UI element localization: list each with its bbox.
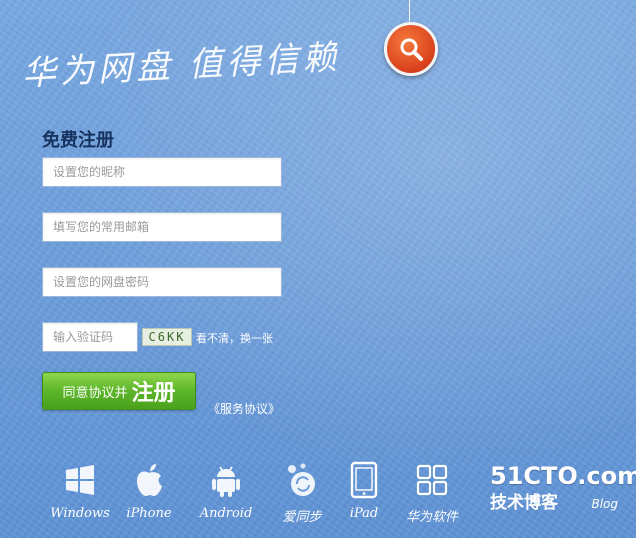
android-icon — [212, 466, 240, 497]
windows-icon — [66, 465, 94, 495]
password-input[interactable] — [42, 267, 282, 297]
watermark-blog: Blog — [591, 497, 618, 511]
search-button[interactable] — [384, 22, 438, 76]
apple-icon — [137, 464, 162, 496]
watermark-site: 51CTO.com — [490, 462, 636, 490]
register-button-prefix: 同意协议并 — [62, 385, 128, 401]
magnifier-icon — [400, 38, 423, 61]
terms-of-service-link[interactable]: 《服务协议》 — [208, 400, 280, 417]
email-input[interactable] — [42, 212, 282, 242]
platform-huawei-software[interactable]: 华为软件 — [396, 460, 468, 525]
register-form-title: 免费注册 — [42, 130, 114, 151]
platform-label: Windows — [50, 506, 110, 521]
hero-slogan: 华为网盘 值得信赖 — [21, 37, 342, 95]
platform-windows[interactable]: Windows — [44, 460, 116, 521]
platform-ipad[interactable]: iPad — [328, 460, 400, 521]
captcha-refresh-link[interactable]: 看不清，换一张 — [196, 330, 273, 346]
search-badge-string — [409, 0, 410, 22]
captcha-image[interactable]: C6KK — [142, 328, 192, 346]
ipad-icon — [350, 461, 378, 499]
sync-icon — [288, 463, 315, 496]
platform-label: 爱同步 — [282, 510, 322, 525]
platform-android[interactable]: Android — [190, 460, 262, 521]
platform-label: iPhone — [126, 506, 172, 521]
platform-iphone[interactable]: iPhone — [113, 460, 185, 521]
captcha-input[interactable] — [42, 322, 138, 352]
register-button-label: 注册 — [131, 381, 176, 406]
platform-label: 华为软件 — [405, 510, 458, 525]
watermark-logo: 51CTO.com 技术博客 Blog — [490, 462, 636, 522]
register-button[interactable]: 同意协议并 注册 — [42, 372, 196, 410]
platform-label: Android — [199, 506, 253, 521]
apps-grid-icon — [416, 464, 448, 496]
nickname-input[interactable] — [42, 157, 282, 187]
platform-label: iPad — [349, 506, 379, 521]
